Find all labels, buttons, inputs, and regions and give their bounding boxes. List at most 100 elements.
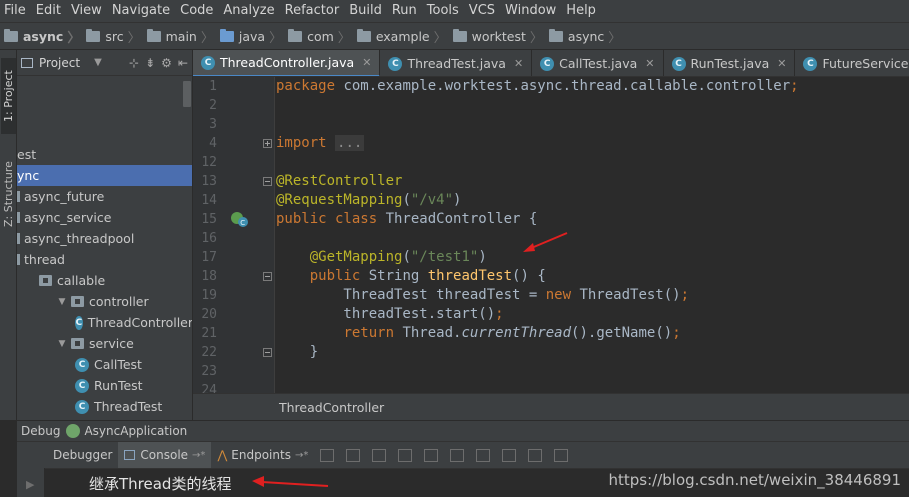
menu-file[interactable]: File — [0, 0, 32, 22]
project-scrollbar[interactable] — [183, 81, 191, 107]
run-to-cursor-icon[interactable] — [476, 448, 491, 462]
menu-window[interactable]: Window — [501, 0, 562, 22]
breadcrumb-item[interactable]: src 〉 — [86, 27, 146, 46]
force-step-into-icon[interactable] — [398, 448, 413, 462]
expand-arrow-icon[interactable]: ▼ — [57, 339, 67, 349]
debug-config-name[interactable]: AsyncApplication — [84, 424, 187, 438]
trace-icon[interactable] — [528, 448, 543, 462]
breadcrumb-item[interactable]: worktest 〉 — [452, 27, 549, 46]
tab-runtest[interactable]: C RunTest.java ✕ — [664, 50, 796, 76]
code-line[interactable]: 13 @RestController — [193, 172, 909, 191]
menu-tools[interactable]: Tools — [423, 0, 465, 22]
step-into-icon[interactable] — [372, 448, 387, 462]
project-tree-item[interactable]: C ThreadTest — [17, 396, 192, 417]
code-line[interactable]: 23 — [193, 362, 909, 381]
resume-icon[interactable]: ▶ — [26, 478, 34, 491]
tool-window-structure-tab[interactable]: Z: Structure — [1, 146, 16, 242]
expand-arrow-icon[interactable]: ▼ — [57, 297, 67, 307]
menu-view[interactable]: View — [67, 0, 108, 22]
project-tree-item[interactable]: C RunTest — [17, 375, 192, 396]
menu-help[interactable]: Help — [562, 0, 602, 22]
tab-debugger[interactable]: Debugger — [47, 442, 118, 469]
project-tree-item[interactable]: ync — [17, 165, 192, 186]
folder-icon — [219, 28, 234, 42]
project-tree-item[interactable]: ▼ service — [17, 333, 192, 354]
menu-navigate[interactable]: Navigate — [108, 0, 176, 22]
tool-window-project-tab[interactable]: 1: Project — [1, 58, 16, 134]
menu-refactor[interactable]: Refactor — [281, 0, 346, 22]
tab-futureservice[interactable]: CFutureService.java✕ — [795, 50, 909, 76]
hide-panel-icon[interactable]: ⇤ — [178, 56, 188, 70]
code-token: ) — [478, 249, 487, 265]
project-panel-title[interactable]: Project — [39, 56, 80, 70]
code-editor[interactable]: 1 package com.example.worktest.async.thre… — [193, 77, 909, 393]
code-line[interactable]: 20 threadTest.start(); — [193, 305, 909, 324]
code-line[interactable]: 17 @GetMapping("/test1") — [193, 248, 909, 267]
fold-icon[interactable] — [263, 272, 272, 281]
menu-edit[interactable]: Edit — [32, 0, 67, 22]
collapse-all-icon[interactable]: ⇟ — [145, 56, 155, 70]
code-line[interactable]: 19 ThreadTest threadTest = new ThreadTes… — [193, 286, 909, 305]
evaluate-icon[interactable] — [502, 448, 517, 462]
code-line[interactable]: 24 — [193, 381, 909, 393]
frames-icon[interactable] — [320, 448, 335, 462]
breadcrumb-item[interactable]: async 〉 — [548, 27, 627, 46]
layout-icon[interactable] — [554, 448, 569, 462]
pin-icon[interactable]: →* — [192, 450, 205, 461]
editor-breadcrumb-item[interactable]: ThreadController — [279, 400, 384, 415]
tab-console[interactable]: Console →* — [118, 441, 212, 469]
project-tree-item[interactable]: async_threadpool — [17, 228, 192, 249]
project-tree-item[interactable]: callable — [17, 270, 192, 291]
menu-vcs[interactable]: VCS — [465, 0, 501, 22]
project-tree-item[interactable]: est — [17, 144, 192, 165]
breadcrumb-item[interactable]: main 〉 — [146, 27, 220, 46]
code-line[interactable]: 16 — [193, 229, 909, 248]
code-line[interactable]: 2 — [193, 96, 909, 115]
close-icon[interactable]: ✕ — [777, 57, 786, 70]
step-over-icon[interactable] — [346, 448, 361, 462]
fold-icon[interactable] — [263, 177, 272, 186]
code-line[interactable]: 4 import ... — [193, 134, 909, 153]
code-line[interactable]: 22 } — [193, 343, 909, 362]
drop-frame-icon[interactable] — [450, 448, 465, 462]
menu-code[interactable]: Code — [176, 0, 219, 22]
close-icon[interactable]: ✕ — [645, 57, 654, 70]
code-line[interactable]: 3 — [193, 115, 909, 134]
project-tree-item[interactable]: async_service — [17, 207, 192, 228]
code-line[interactable]: 12 — [193, 153, 909, 172]
spring-bean-icon[interactable]: C — [229, 210, 251, 229]
close-icon[interactable]: ✕ — [362, 56, 371, 69]
gear-icon[interactable]: ⚙ — [161, 56, 172, 70]
step-out-icon[interactable] — [424, 448, 439, 462]
project-tree-item[interactable]: async_future — [17, 186, 192, 207]
fold-icon[interactable] — [263, 348, 272, 357]
code-line[interactable]: 18 public String threadTest() { — [193, 267, 909, 286]
chevron-down-icon[interactable]: ▼ — [94, 57, 102, 68]
tab-calltest[interactable]: C CallTest.java ✕ — [532, 50, 664, 76]
breadcrumb-item[interactable]: async 〉 — [4, 27, 86, 46]
code-line[interactable]: 1 package com.example.worktest.async.thre… — [193, 77, 909, 96]
project-tree-item[interactable]: C ThreadController — [17, 312, 192, 333]
project-tree-item[interactable]: ▼ controller — [17, 291, 192, 312]
code-line[interactable]: 21 return Thread.currentThread().getName… — [193, 324, 909, 343]
pin-icon[interactable]: →* — [295, 450, 308, 461]
menu-analyze[interactable]: Analyze — [219, 0, 280, 22]
menu-run[interactable]: Run — [388, 0, 423, 22]
breadcrumb-item[interactable]: java 〉 — [219, 27, 288, 46]
breadcrumb-item[interactable]: com 〉 — [288, 27, 357, 46]
console-output[interactable]: 继承Thread类的线程 https://blog.csdn.net/weixi… — [45, 468, 909, 497]
scroll-from-source-icon[interactable]: ⊹ — [129, 56, 139, 70]
class-icon: C — [75, 357, 89, 372]
code-line[interactable]: 14 @RequestMapping("/v4") — [193, 191, 909, 210]
close-icon[interactable]: ✕ — [514, 57, 523, 70]
breadcrumb-item[interactable]: example 〉 — [356, 27, 453, 46]
menu-build[interactable]: Build — [345, 0, 388, 22]
fold-icon[interactable] — [263, 139, 272, 148]
tab-threadcontroller[interactable]: C ThreadController.java ✕ — [193, 50, 381, 76]
code-line[interactable]: 15 Cpublic class ThreadController { — [193, 210, 909, 229]
line-number: 23 — [201, 364, 217, 379]
project-tree-item[interactable]: thread — [17, 249, 192, 270]
tab-threadtest[interactable]: C ThreadTest.java ✕ — [380, 50, 533, 76]
project-tree-item[interactable]: C CallTest — [17, 354, 192, 375]
tab-endpoints[interactable]: ⋀ Endpoints →* — [211, 442, 314, 469]
